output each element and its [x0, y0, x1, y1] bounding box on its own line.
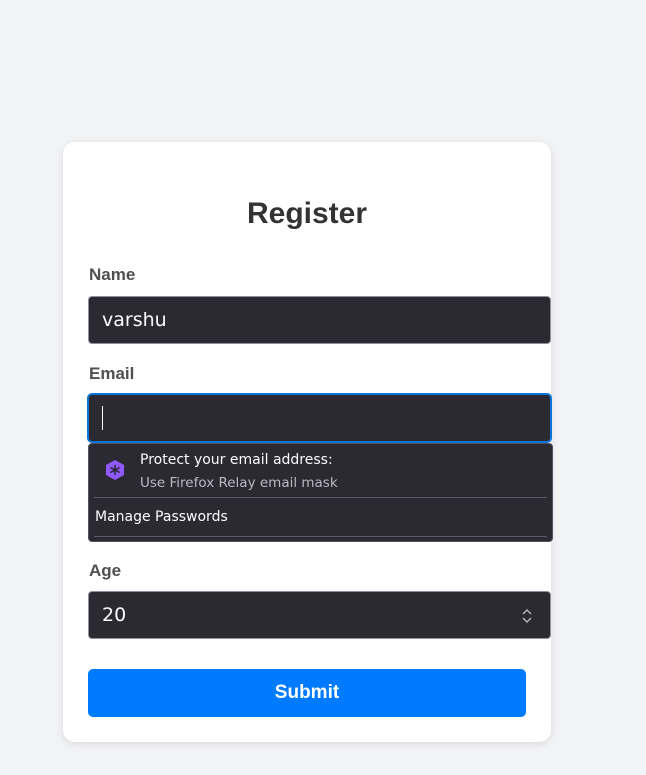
register-card: [63, 142, 551, 742]
relay-subtitle: Use Firefox Relay email mask: [140, 475, 338, 491]
age-input[interactable]: 20: [88, 591, 551, 639]
age-input-value: 20: [102, 604, 127, 626]
popup-divider: [94, 497, 547, 498]
email-label: Email: [89, 364, 135, 383]
name-label: Name: [89, 265, 136, 284]
popup-divider-bottom: [94, 536, 547, 537]
firefox-relay-option[interactable]: Protect your email address: Use Firefox …: [89, 444, 552, 497]
manage-passwords-option[interactable]: Manage Passwords: [95, 509, 228, 525]
text-caret: [102, 406, 103, 430]
firefox-relay-icon: [106, 460, 124, 480]
spinner-arrows-icon[interactable]: [521, 607, 533, 625]
page-title: Register: [246, 197, 368, 230]
autofill-popup: Protect your email address: Use Firefox …: [88, 443, 553, 542]
email-input[interactable]: [88, 394, 551, 442]
relay-title: Protect your email address:: [140, 452, 333, 468]
age-label: Age: [89, 561, 122, 580]
name-input-value: varshu: [102, 309, 167, 331]
name-input[interactable]: varshu: [88, 296, 551, 344]
submit-button[interactable]: Submit: [88, 669, 526, 717]
